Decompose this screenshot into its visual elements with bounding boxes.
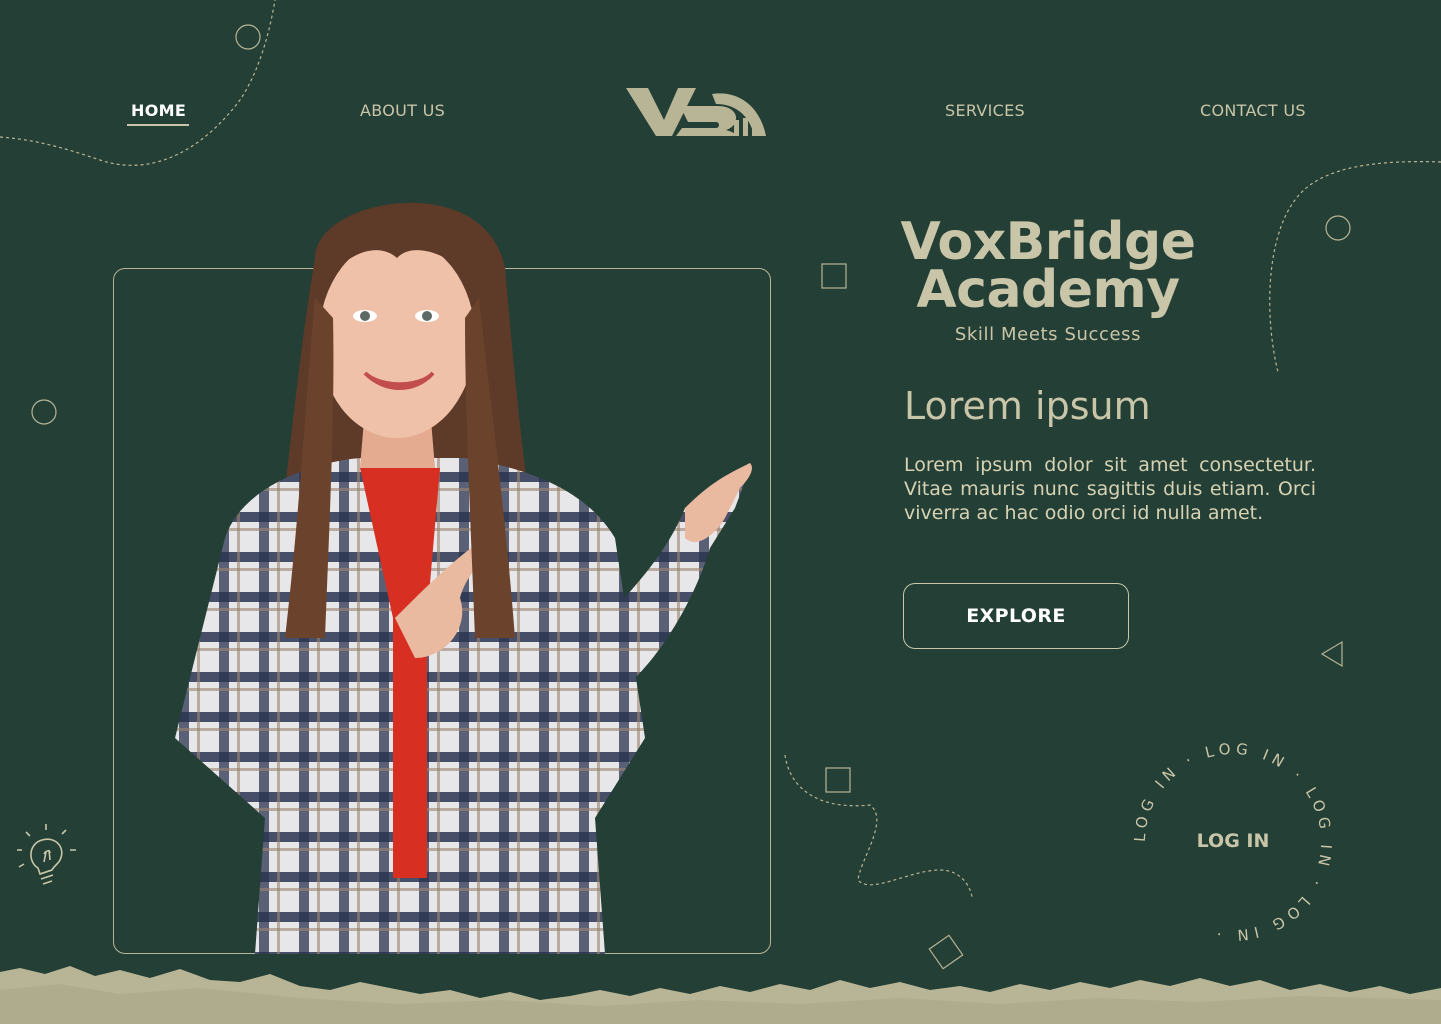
explore-button[interactable]: EXPLORE xyxy=(903,583,1129,649)
student-photo xyxy=(175,202,752,954)
hero-description: Lorem ipsum dolor sit amet consectetur. … xyxy=(904,454,1316,524)
brand-title: VoxBridge Academy xyxy=(880,212,1216,320)
nav-services[interactable]: SERVICES xyxy=(945,101,1025,120)
nav-contact[interactable]: CONTACT US xyxy=(1200,101,1306,120)
hero-heading: Lorem ipsum xyxy=(904,384,1151,428)
vb-logo-icon[interactable] xyxy=(626,84,768,140)
nav-about[interactable]: ABOUT US xyxy=(360,101,445,120)
torn-paper-footer xyxy=(0,966,1441,1024)
brand-title-line1: VoxBridge xyxy=(900,212,1196,272)
tagline: Skill Meets Success xyxy=(954,324,1142,345)
nav-home-underline xyxy=(127,124,189,126)
login-label[interactable]: LOG IN xyxy=(1133,830,1333,852)
lightbulb-icon xyxy=(17,824,76,885)
brand-title-line2: Academy xyxy=(916,260,1180,320)
nav-home[interactable]: HOME xyxy=(131,101,186,120)
